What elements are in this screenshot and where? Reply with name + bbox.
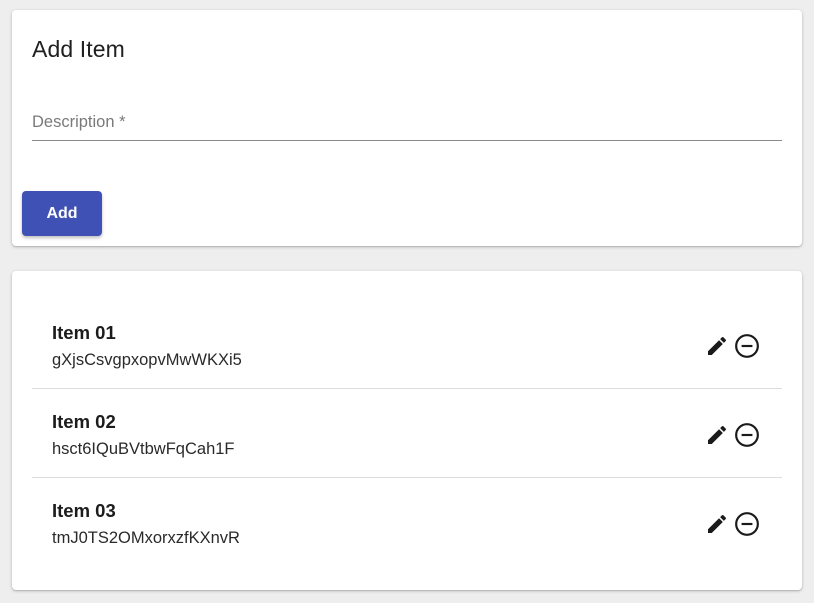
item-actions bbox=[704, 511, 760, 537]
pencil-icon[interactable] bbox=[704, 511, 730, 537]
items-card: Item 01 gXjsCsvgpxopvMwWKXi5 Item 02 hsc… bbox=[12, 271, 802, 590]
list-item: Item 02 hsct6IQuBVtbwFqCah1F bbox=[32, 389, 782, 478]
item-title: Item 02 bbox=[52, 411, 116, 432]
list-item: Item 03 tmJ0TS2OMxorxzfKXnvR bbox=[32, 478, 782, 567]
description-input[interactable] bbox=[32, 108, 782, 140]
pencil-icon[interactable] bbox=[704, 422, 730, 448]
add-button[interactable]: Add bbox=[22, 191, 102, 236]
item-description: hsct6IQuBVtbwFqCah1F bbox=[52, 440, 235, 458]
item-description: tmJ0TS2OMxorxzfKXnvR bbox=[52, 529, 240, 547]
item-description: gXjsCsvgpxopvMwWKXi5 bbox=[52, 351, 242, 369]
item-actions bbox=[704, 422, 760, 448]
remove-circle-icon[interactable] bbox=[734, 422, 760, 448]
pencil-icon[interactable] bbox=[704, 333, 730, 359]
description-field[interactable]: Description * bbox=[32, 108, 782, 141]
item-title: Item 01 bbox=[52, 322, 116, 343]
remove-circle-icon[interactable] bbox=[734, 333, 760, 359]
list-item: Item 01 gXjsCsvgpxopvMwWKXi5 bbox=[32, 300, 782, 389]
add-item-card: Add Item Description * Add bbox=[12, 10, 802, 246]
item-actions bbox=[704, 333, 760, 359]
remove-circle-icon[interactable] bbox=[734, 511, 760, 537]
item-list: Item 01 gXjsCsvgpxopvMwWKXi5 Item 02 hsc… bbox=[32, 300, 782, 567]
item-title: Item 03 bbox=[52, 500, 116, 521]
add-item-title: Add Item bbox=[32, 36, 125, 62]
